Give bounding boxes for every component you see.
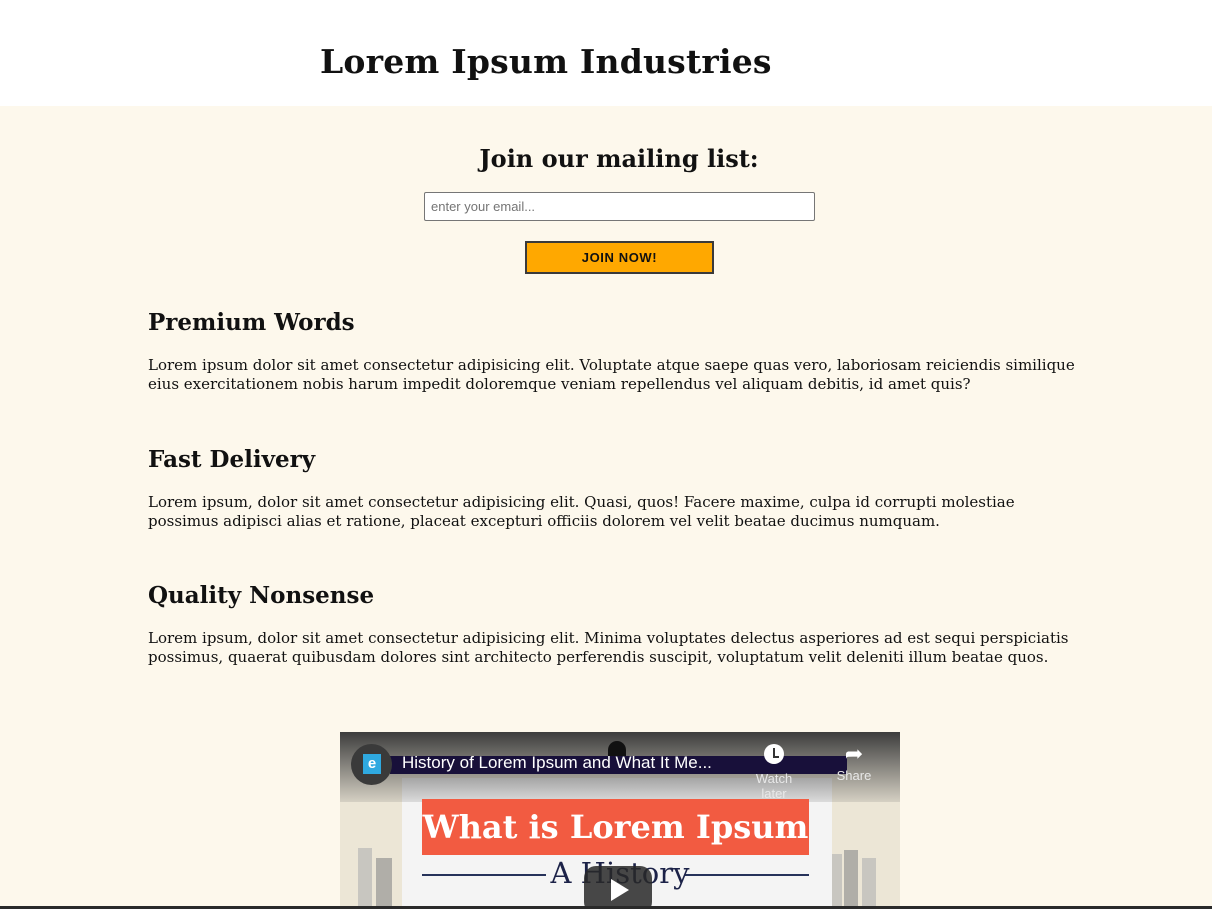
feature-text: Lorem ipsum, dolor sit amet consectetur … [148, 493, 1015, 530]
feature-quality-nonsense: Quality Nonsense Lorem ipsum, dolor sit … [148, 582, 1088, 667]
feature-text: Lorem ipsum, dolor sit amet consectetur … [148, 629, 1069, 666]
feature-premium-words: Premium Words Lorem ipsum dolor sit amet… [148, 309, 1088, 394]
play-icon[interactable] [584, 866, 652, 909]
mailing-list-heading: Join our mailing list: [479, 144, 759, 173]
feature-title: Quality Nonsense [148, 582, 375, 609]
share-arrow-icon: ➦ [844, 741, 864, 766]
feature-text: Lorem ipsum dolor sit amet consectetur a… [148, 356, 1075, 393]
channel-avatar[interactable]: e [351, 744, 392, 785]
email-input[interactable] [424, 192, 815, 221]
site-header: Lorem Ipsum Industries [0, 0, 1212, 106]
watch-later-label: Watch later [755, 771, 793, 801]
share-button[interactable]: ➦ Share [824, 741, 884, 784]
join-now-button[interactable]: JOIN NOW! [525, 241, 714, 274]
feature-title: Premium Words [148, 309, 355, 336]
watch-later-button[interactable]: Watch later [744, 744, 804, 801]
clock-icon [764, 744, 784, 764]
feature-title: Fast Delivery [148, 446, 316, 473]
feature-fast-delivery: Fast Delivery Lorem ipsum, dolor sit ame… [148, 446, 1088, 531]
video-embed[interactable]: What is Lorem Ipsum A History History of… [340, 732, 900, 909]
site-title: Lorem Ipsum Industries [320, 42, 772, 81]
video-title[interactable]: History of Lorem Ipsum and What It Me... [402, 753, 712, 773]
share-label: Share [836, 768, 872, 783]
channel-logo-icon: e [363, 754, 381, 774]
video-banner-text: What is Lorem Ipsum [422, 799, 809, 855]
